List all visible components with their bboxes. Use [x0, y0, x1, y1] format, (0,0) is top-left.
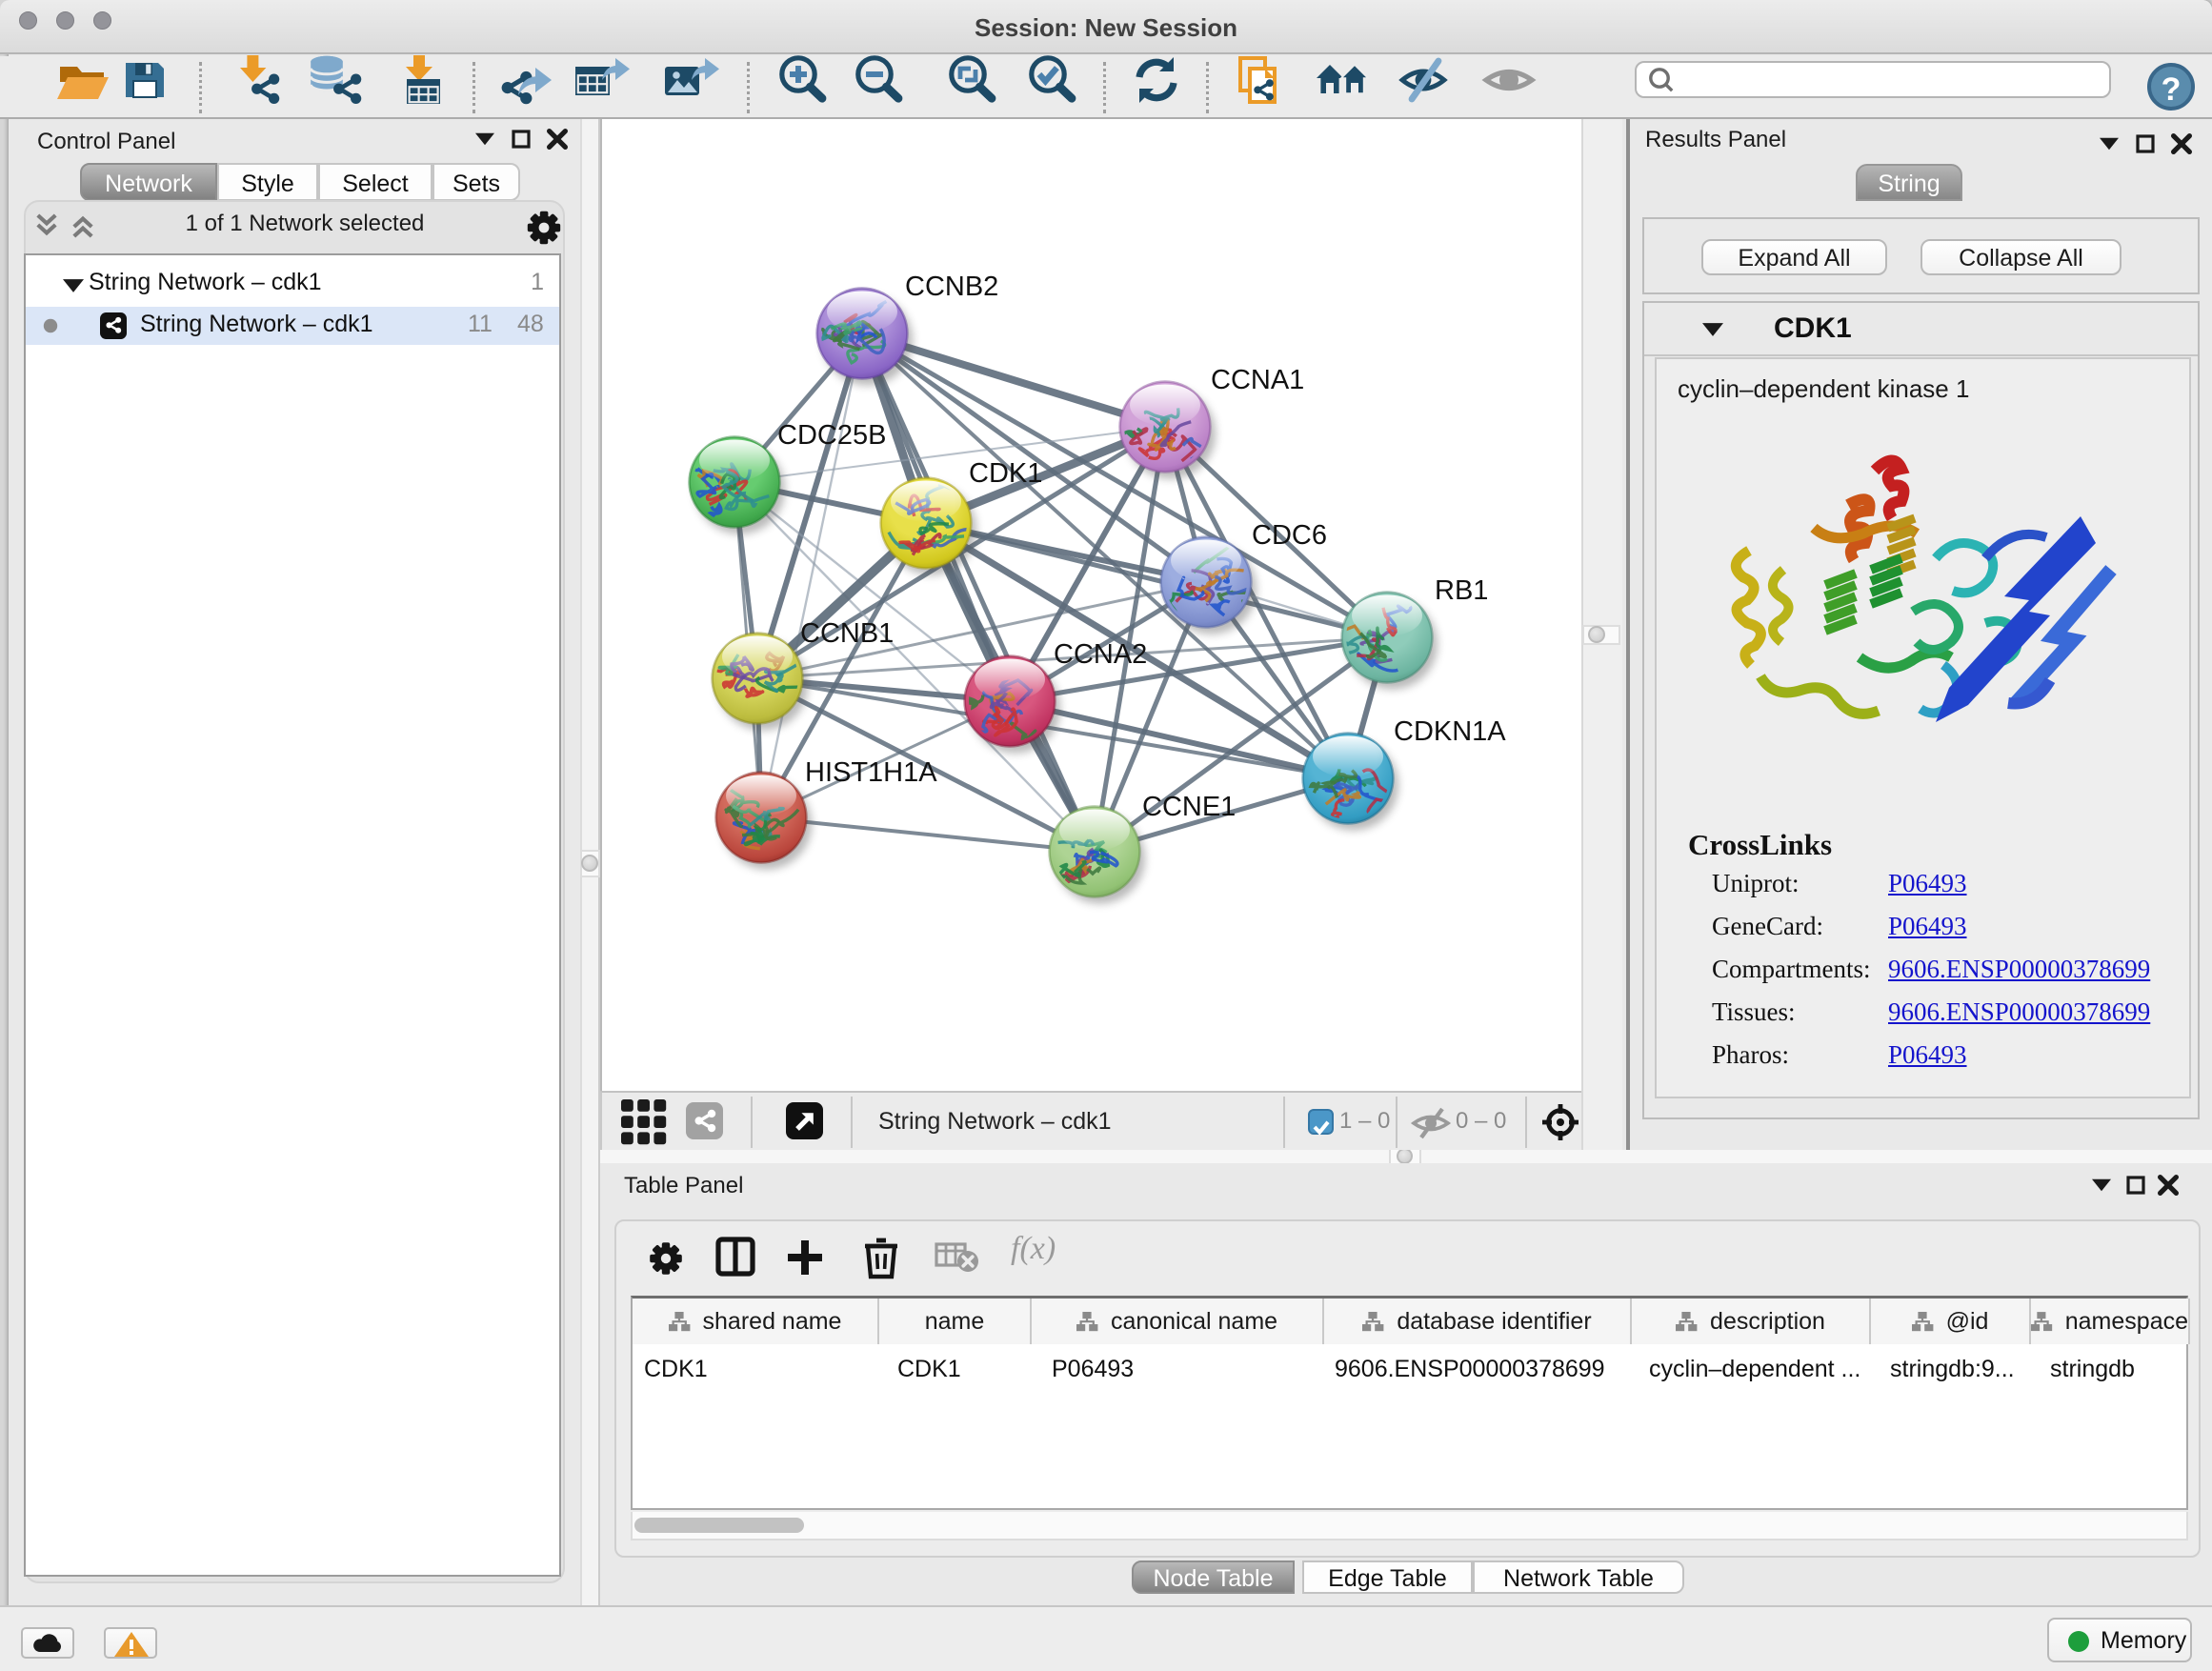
- svg-text:CCNB1: CCNB1: [800, 618, 894, 649]
- svg-text:CDK1: CDK1: [969, 458, 1042, 489]
- svg-text:CCNA2: CCNA2: [1054, 639, 1147, 670]
- svg-text:CDKN1A: CDKN1A: [1394, 716, 1506, 747]
- svg-text:HIST1H1A: HIST1H1A: [805, 757, 937, 788]
- svg-text:CDC25B: CDC25B: [777, 420, 886, 451]
- svg-text:CDC6: CDC6: [1252, 520, 1327, 551]
- svg-text:CCNB2: CCNB2: [905, 272, 998, 302]
- svg-text:CCNA1: CCNA1: [1211, 365, 1304, 395]
- svg-text:RB1: RB1: [1435, 575, 1488, 606]
- svg-text:CCNE1: CCNE1: [1142, 792, 1236, 822]
